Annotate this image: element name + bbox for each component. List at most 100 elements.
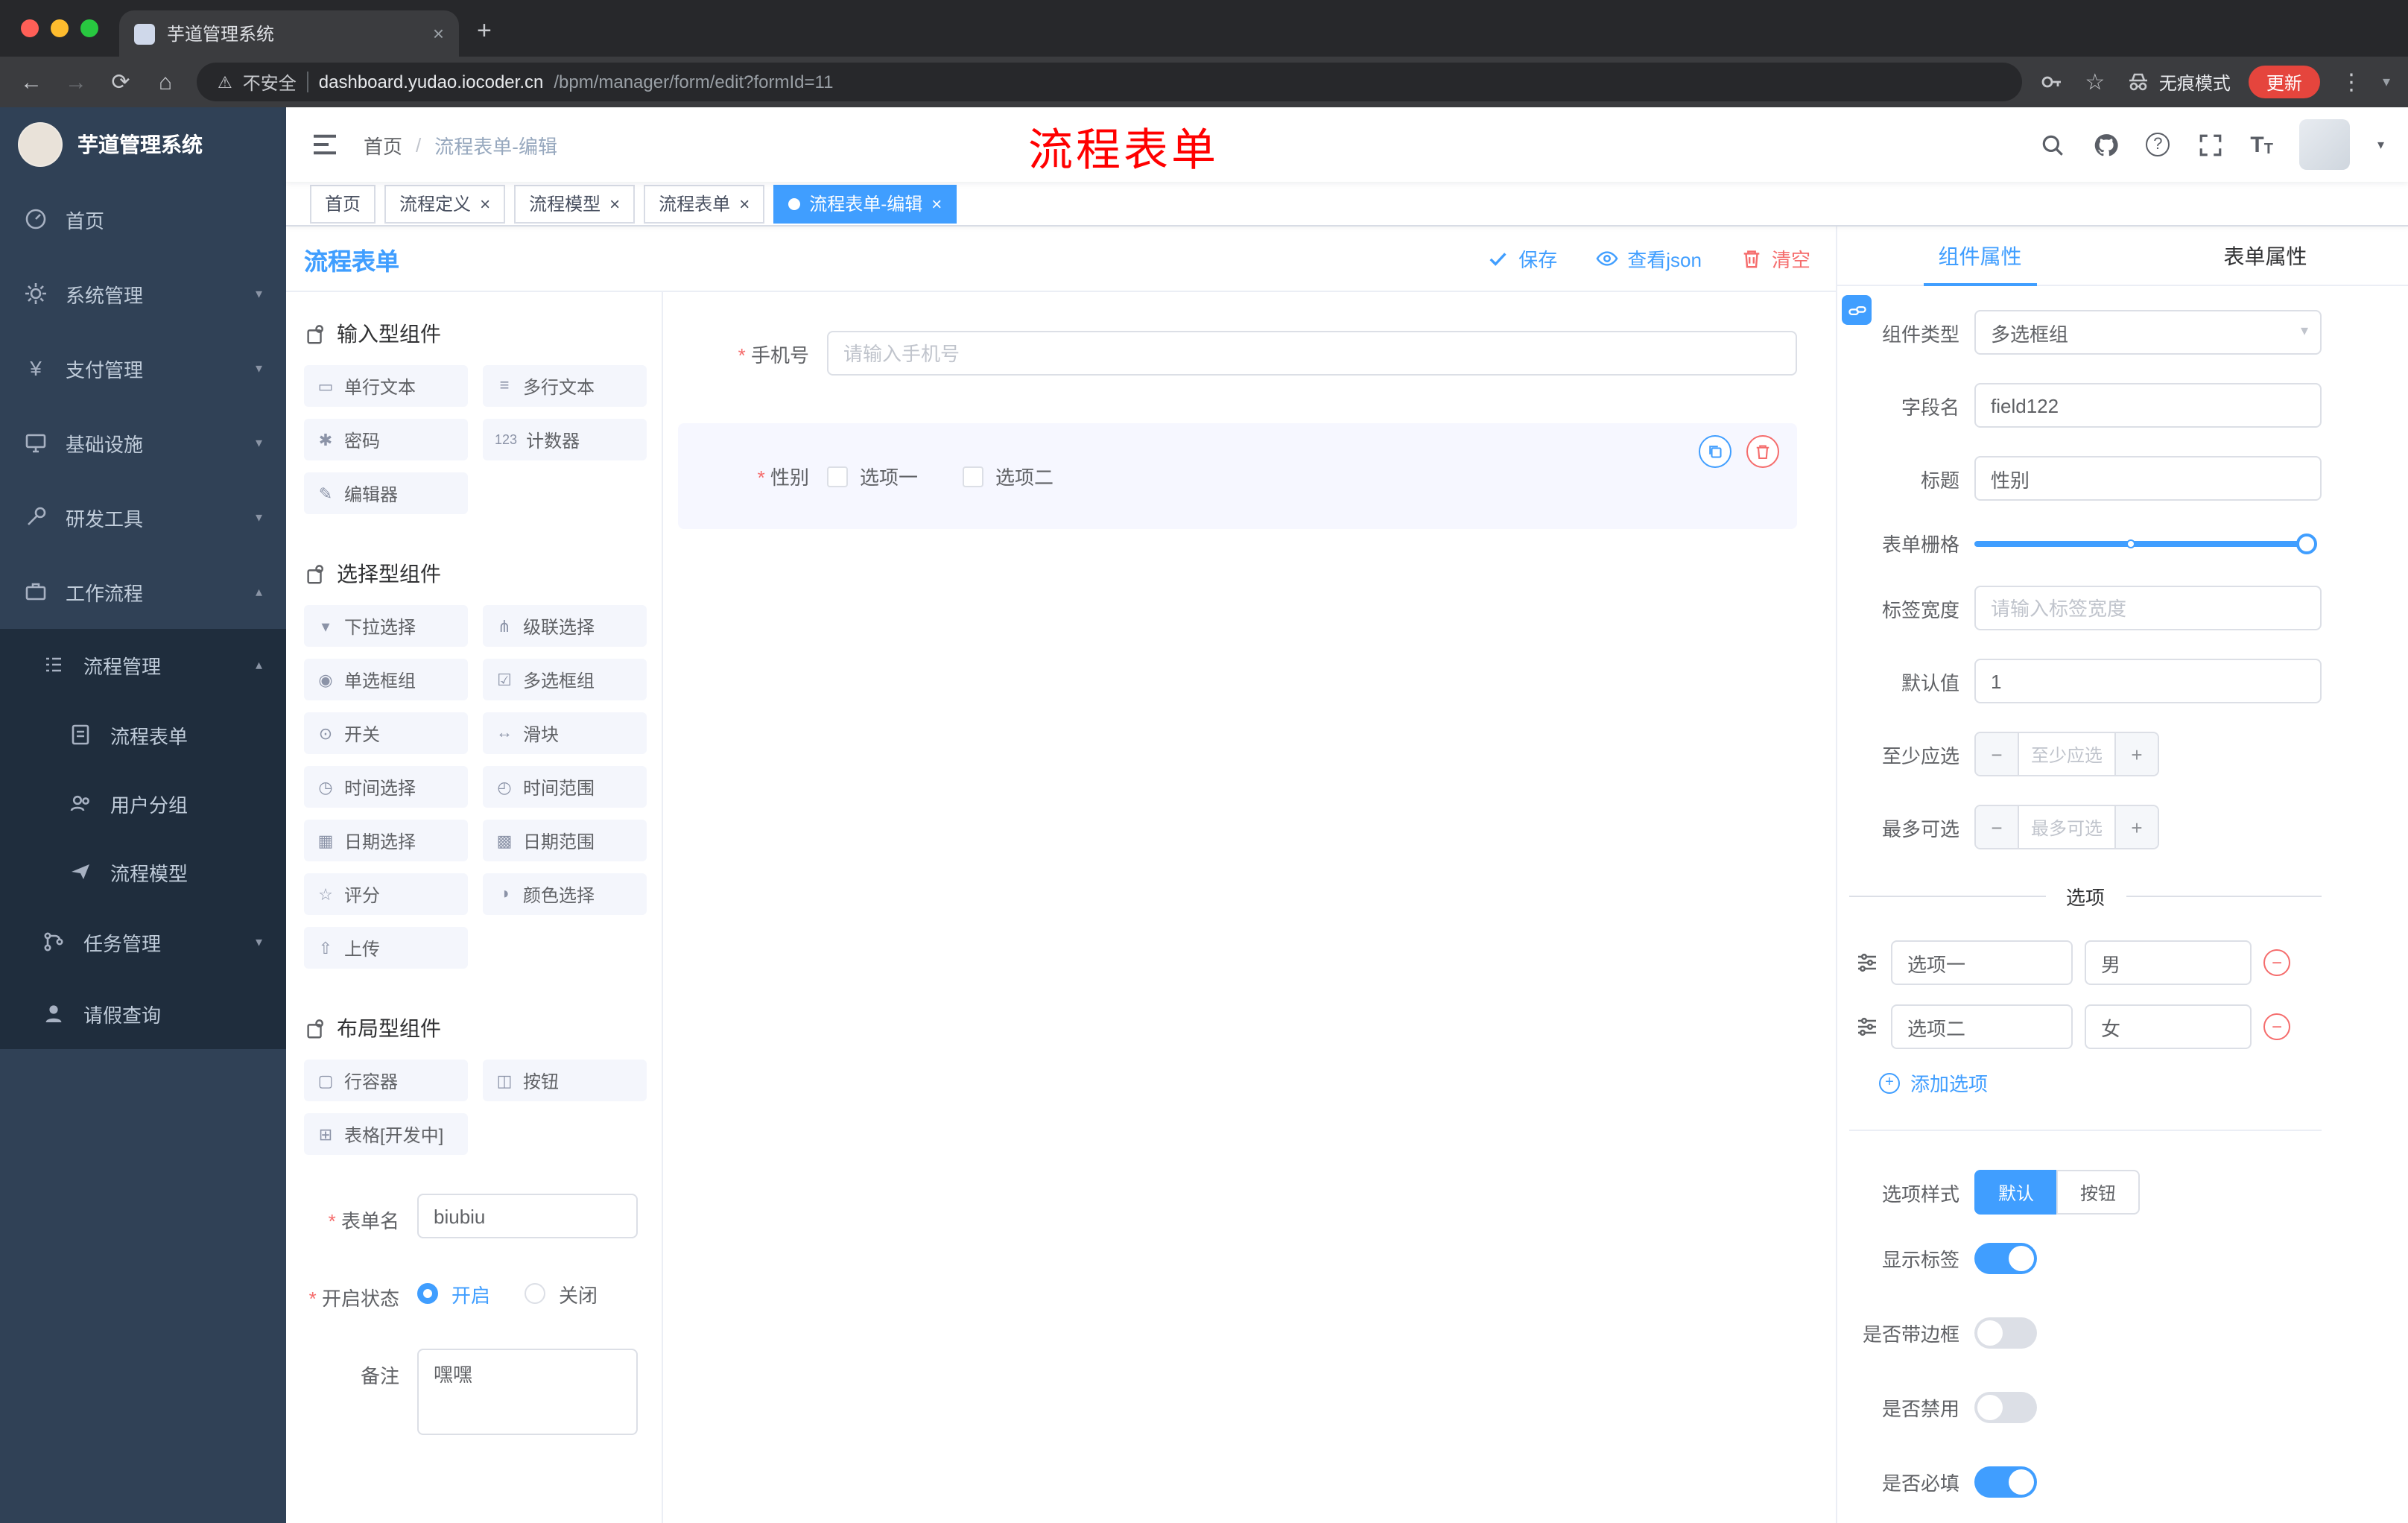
label-width-input[interactable] bbox=[1974, 586, 2322, 630]
browser-menu-icon[interactable]: ⋮ bbox=[2338, 69, 2365, 95]
bookmark-star-icon[interactable]: ☆ bbox=[2082, 69, 2108, 95]
search-icon[interactable] bbox=[2038, 131, 2065, 158]
palette-chip-upload[interactable]: ⇧ 上传 bbox=[304, 927, 468, 969]
canvas-field-phone[interactable]: 手机号 bbox=[678, 331, 1797, 376]
default-value-input[interactable] bbox=[1974, 659, 2322, 703]
forward-icon[interactable]: → bbox=[63, 69, 89, 95]
fullscreen-icon[interactable] bbox=[2196, 131, 2223, 158]
plus-icon[interactable]: + bbox=[2116, 806, 2158, 848]
palette-chip-editor[interactable]: ✎ 编辑器 bbox=[304, 472, 468, 514]
palette-chip-cascader[interactable]: ⋔ 级联选择 bbox=[483, 605, 647, 647]
checkbox-option-2[interactable]: 选项二 bbox=[963, 462, 1054, 490]
show-label-switch[interactable] bbox=[1974, 1243, 2037, 1274]
tag-process-form[interactable]: 流程表单 × bbox=[644, 184, 765, 223]
tab-component-props[interactable]: 组件属性 bbox=[1837, 227, 2123, 285]
option-label-input[interactable] bbox=[1891, 940, 2073, 985]
sidebar-item-task-management[interactable]: 任务管理 ▾ bbox=[0, 906, 286, 978]
palette-chip-select[interactable]: ▾ 下拉选择 bbox=[304, 605, 468, 647]
grid-slider[interactable] bbox=[1974, 533, 2317, 554]
option-label-input[interactable] bbox=[1891, 1004, 2073, 1049]
tab-form-props[interactable]: 表单属性 bbox=[2123, 227, 2408, 285]
sidebar-item-home[interactable]: 首页 bbox=[0, 182, 286, 256]
canvas-field-gender-selected[interactable]: 性别 选项一 选项二 bbox=[678, 423, 1797, 529]
radio-closed-label[interactable]: 关闭 bbox=[559, 1279, 598, 1308]
home-icon[interactable]: ⌂ bbox=[152, 69, 179, 95]
option-value-input[interactable] bbox=[2085, 940, 2252, 985]
tag-process-form-edit[interactable]: 流程表单-编辑 × bbox=[773, 184, 957, 223]
title-input[interactable] bbox=[1974, 456, 2322, 501]
phone-field-input[interactable] bbox=[827, 331, 1797, 376]
palette-chip-counter[interactable]: 123 计数器 bbox=[483, 419, 647, 460]
option-value-input[interactable] bbox=[2085, 1004, 2252, 1049]
remove-option-button[interactable]: − bbox=[2263, 1013, 2290, 1040]
style-default-button[interactable]: 默认 bbox=[1974, 1170, 2057, 1215]
border-switch[interactable] bbox=[1974, 1317, 2037, 1349]
minus-icon[interactable]: − bbox=[1976, 806, 2018, 848]
chevron-down-icon[interactable]: ▾ bbox=[2383, 74, 2390, 90]
breadcrumb-home[interactable]: 首页 bbox=[364, 130, 402, 159]
palette-chip-table[interactable]: ⊞ 表格[开发中] bbox=[304, 1113, 468, 1155]
window-zoom-button[interactable] bbox=[80, 19, 98, 37]
palette-chip-multi-line-text[interactable]: ≡ 多行文本 bbox=[483, 365, 647, 407]
checkbox-option-1[interactable]: 选项一 bbox=[827, 462, 918, 490]
drag-handle-icon[interactable] bbox=[1855, 1015, 1879, 1039]
hamburger-icon[interactable] bbox=[310, 130, 340, 159]
add-option-button[interactable]: + 添加选项 bbox=[1879, 1068, 2322, 1097]
sidebar-item-process-model[interactable]: 流程模型 bbox=[0, 838, 286, 906]
window-minimize-button[interactable] bbox=[51, 19, 69, 37]
remove-option-button[interactable]: − bbox=[2263, 949, 2290, 976]
component-type-select[interactable]: 多选框组 ▾ bbox=[1974, 310, 2322, 355]
sidebar-item-process-form[interactable]: 流程表单 bbox=[0, 700, 286, 769]
sidebar-item-workflow[interactable]: 工作流程 ▴ bbox=[0, 554, 286, 629]
tag-close-icon[interactable]: × bbox=[739, 193, 750, 214]
palette-chip-row-container[interactable]: ▢ 行容器 bbox=[304, 1060, 468, 1101]
panel-drag-handle[interactable] bbox=[1842, 295, 1872, 325]
form-remark-textarea[interactable]: 嘿嘿 bbox=[417, 1349, 638, 1435]
palette-chip-color-picker[interactable]: ◑ 颜色选择 bbox=[483, 873, 647, 915]
clear-button[interactable]: 清空 bbox=[1740, 244, 1810, 273]
sidebar-item-user-group[interactable]: 用户分组 bbox=[0, 769, 286, 838]
address-bar[interactable]: ⚠ 不安全 dashboard.yudao.iocoder.cn /bpm/ma… bbox=[197, 63, 2022, 101]
checkbox-icon[interactable] bbox=[963, 466, 984, 487]
sidebar-item-devtools[interactable]: 研发工具 ▾ bbox=[0, 480, 286, 554]
palette-chip-time-range[interactable]: ◴ 时间范围 bbox=[483, 766, 647, 808]
chevron-down-icon[interactable]: ▾ bbox=[2377, 136, 2384, 153]
browser-update-button[interactable]: 更新 bbox=[2248, 66, 2320, 98]
radio-open[interactable] bbox=[417, 1283, 438, 1304]
sidebar-item-payment[interactable]: ¥ 支付管理 ▾ bbox=[0, 331, 286, 405]
palette-chip-checkbox-group[interactable]: ☑ 多选框组 bbox=[483, 659, 647, 700]
sidebar-item-process-management[interactable]: 流程管理 ▴ bbox=[0, 629, 286, 700]
font-size-icon[interactable]: TT bbox=[2250, 132, 2273, 157]
tag-close-icon[interactable]: × bbox=[931, 193, 942, 214]
browser-tab[interactable]: 芋道管理系统 × bbox=[119, 10, 459, 57]
palette-chip-date-picker[interactable]: ▦ 日期选择 bbox=[304, 820, 468, 861]
tag-process-definition[interactable]: 流程定义 × bbox=[384, 184, 506, 223]
palette-chip-slider[interactable]: ↔ 滑块 bbox=[483, 712, 647, 754]
back-icon[interactable]: ← bbox=[18, 69, 45, 95]
disabled-switch[interactable] bbox=[1974, 1392, 2037, 1423]
drag-handle-icon[interactable] bbox=[1855, 951, 1879, 975]
tab-close-icon[interactable]: × bbox=[433, 22, 444, 45]
form-canvas[interactable]: 手机号 性别 bbox=[663, 292, 1836, 1523]
reload-icon[interactable]: ⟳ bbox=[107, 69, 134, 95]
form-name-input[interactable] bbox=[417, 1194, 638, 1238]
sidebar-item-infrastructure[interactable]: 基础设施 ▾ bbox=[0, 405, 286, 480]
delete-component-button[interactable] bbox=[1746, 435, 1779, 468]
sidebar-logo[interactable]: 芋道管理系统 bbox=[0, 107, 286, 182]
sidebar-item-system[interactable]: 系统管理 ▾ bbox=[0, 256, 286, 331]
style-button-button[interactable]: 按钮 bbox=[2056, 1170, 2141, 1215]
password-key-icon[interactable] bbox=[2040, 70, 2064, 94]
security-label[interactable]: 不安全 bbox=[243, 69, 297, 95]
copy-component-button[interactable] bbox=[1699, 435, 1731, 468]
minus-icon[interactable]: − bbox=[1976, 733, 2018, 775]
max-select-value[interactable]: 最多可选 bbox=[2018, 806, 2116, 848]
save-button[interactable]: 保存 bbox=[1487, 244, 1557, 273]
tag-close-icon[interactable]: × bbox=[609, 193, 620, 214]
palette-chip-time-picker[interactable]: ◷ 时间选择 bbox=[304, 766, 468, 808]
view-json-button[interactable]: 查看json bbox=[1596, 244, 1702, 273]
tag-close-icon[interactable]: × bbox=[480, 193, 490, 214]
checkbox-icon[interactable] bbox=[827, 466, 848, 487]
field-name-input[interactable] bbox=[1974, 383, 2322, 428]
required-switch[interactable] bbox=[1974, 1466, 2037, 1498]
palette-chip-switch[interactable]: ⊙ 开关 bbox=[304, 712, 468, 754]
